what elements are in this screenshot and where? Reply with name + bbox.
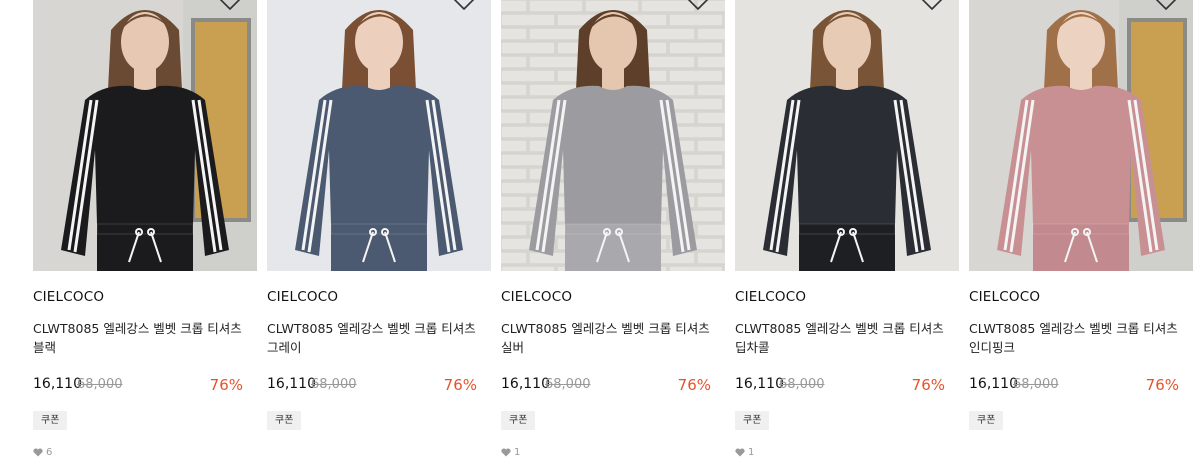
heart-icon [33,448,43,457]
wishlist-heart-icon[interactable] [217,0,243,12]
sale-price: 16,110 [969,376,1018,392]
product-brand[interactable]: CIELCOCO [267,289,338,305]
product-brand[interactable]: CIELCOCO [969,289,1040,305]
original-price: 68,000 [311,377,357,392]
price-row: 16,110 68,000 76% [33,376,243,396]
coupon-badge: 쿠폰 [501,411,536,430]
original-price: 68,000 [545,377,591,392]
product-image[interactable] [735,0,959,271]
original-price: 68,000 [77,377,123,392]
product-name[interactable]: CLWT8085 엘레강스 벨벳 크롭 티셔츠 인디핑크 [969,319,1183,357]
like-count-value: 1 [514,447,521,458]
product-image[interactable] [969,0,1193,271]
product-brand[interactable]: CIELCOCO [501,289,572,305]
discount-rate: 76% [677,376,711,394]
price-row: 16,110 68,000 76% [969,376,1179,396]
product-grid: CIELCOCO CLWT8085 엘레강스 벨벳 크롭 티셔츠 블랙 16,1… [0,0,1201,476]
price-row: 16,110 68,000 76% [267,376,477,396]
product-brand[interactable]: CIELCOCO [735,289,806,305]
product-image[interactable] [267,0,491,271]
product-card[interactable]: CIELCOCO CLWT8085 엘레강스 벨벳 크롭 티셔츠 실버 16,1… [501,0,725,476]
sale-price: 16,110 [267,376,316,392]
product-card[interactable]: CIELCOCO CLWT8085 엘레강스 벨벳 크롭 티셔츠 그레이 16,… [267,0,491,476]
price-row: 16,110 68,000 76% [501,376,711,396]
product-image[interactable] [33,0,257,271]
product-card[interactable]: CIELCOCO CLWT8085 엘레강스 벨벳 크롭 티셔츠 인디핑크 16… [969,0,1193,476]
like-count: 1 [735,447,754,458]
wishlist-heart-icon[interactable] [1153,0,1179,12]
product-brand[interactable]: CIELCOCO [33,289,104,305]
like-count-value: 1 [748,447,755,458]
product-image[interactable] [501,0,725,271]
coupon-badge: 쿠폰 [267,411,302,430]
product-name[interactable]: CLWT8085 엘레강스 벨벳 크롭 티셔츠 그레이 [267,319,481,357]
discount-rate: 76% [1145,376,1179,394]
wishlist-heart-icon[interactable] [919,0,945,12]
original-price: 68,000 [779,377,825,392]
like-count: 1 [501,447,520,458]
like-count: 6 [33,447,52,458]
sale-price: 16,110 [501,376,550,392]
heart-icon [735,448,745,457]
price-row: 16,110 68,000 76% [735,376,945,396]
product-name[interactable]: CLWT8085 엘레강스 벨벳 크롭 티셔츠 실버 [501,319,715,357]
heart-icon [501,448,511,457]
product-name[interactable]: CLWT8085 엘레강스 벨벳 크롭 티셔츠 블랙 [33,319,247,357]
product-card[interactable]: CIELCOCO CLWT8085 엘레강스 벨벳 크롭 티셔츠 블랙 16,1… [33,0,257,476]
product-name[interactable]: CLWT8085 엘레강스 벨벳 크롭 티셔츠 딥차콜 [735,319,949,357]
discount-rate: 76% [443,376,477,394]
coupon-badge: 쿠폰 [33,411,68,430]
wishlist-heart-icon[interactable] [685,0,711,12]
discount-rate: 76% [911,376,945,394]
wishlist-heart-icon[interactable] [451,0,477,12]
sale-price: 16,110 [735,376,784,392]
like-count-value: 6 [46,447,53,458]
product-card[interactable]: CIELCOCO CLWT8085 엘레강스 벨벳 크롭 티셔츠 딥차콜 16,… [735,0,959,476]
sale-price: 16,110 [33,376,82,392]
discount-rate: 76% [209,376,243,394]
coupon-badge: 쿠폰 [735,411,770,430]
original-price: 68,000 [1013,377,1059,392]
coupon-badge: 쿠폰 [969,411,1004,430]
